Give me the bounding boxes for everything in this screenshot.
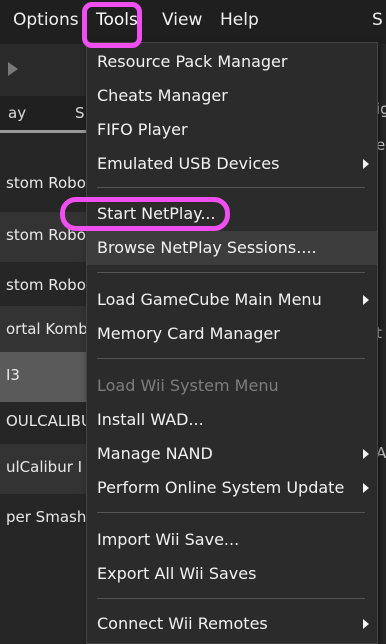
table-row-selected[interactable]: I3 [0,352,86,402]
menu-item-browse-netplay-sessions[interactable]: Browse NetPlay Sessions.... [87,231,377,265]
game-list-header: ay S [0,96,86,130]
menu-item-export-all-wii-saves[interactable]: Export All Wii Saves [87,557,377,591]
menu-item-label: Perform Online System Update [97,478,345,497]
menu-item-label: Cheats Manager [97,86,228,105]
submenu-arrow-icon [363,483,369,493]
menu-item-label: FIFO Player [97,120,188,139]
submenu-arrow-icon [363,159,369,169]
submenu-arrow-icon [363,449,369,459]
header-divider [0,130,86,133]
row-title: per Smash [6,508,86,526]
menu-separator [97,187,365,188]
column-header-platform[interactable]: ay [8,104,26,122]
menu-separator [97,512,365,513]
menu-item-label: Manage NAND [97,444,213,463]
menu-bar-right-fragment: S [372,10,383,30]
menu-item-import-wii-save[interactable]: Import Wii Save... [87,523,377,557]
annotation-circle-start-netplay [60,197,230,231]
menu-item-load-wii-system-menu: Load Wii System Menu [87,369,377,403]
table-row[interactable]: ortal Komb [0,306,86,356]
menu-item-perform-online-system-update[interactable]: Perform Online System Update [87,471,377,505]
table-row[interactable]: OULCALIBU [0,398,86,448]
table-row[interactable]: stom Robo [0,262,86,312]
menu-options[interactable]: Options [13,10,79,30]
menu-separator [97,358,365,359]
menu-item-label: Load Wii System Menu [97,376,279,395]
menu-item-label: Resource Pack Manager [97,52,288,71]
table-row[interactable]: per Smash [0,494,86,544]
menu-separator [97,272,365,273]
tools-menu: Resource Pack Manager Cheats Manager FIF… [86,42,378,644]
menu-item-cheats-manager[interactable]: Cheats Manager [87,79,377,113]
menu-separator [97,598,365,599]
menu-item-install-wad[interactable]: Install WAD... [87,403,377,437]
menu-item-connect-wii-remotes[interactable]: Connect Wii Remotes [87,607,377,641]
menu-item-label: Memory Card Manager [97,324,280,343]
row-title: OULCALIBU [6,412,86,430]
annotation-circle-tools [82,2,142,48]
menu-item-manage-nand[interactable]: Manage NAND [87,437,377,471]
row-title: ortal Komb [6,320,86,338]
submenu-arrow-icon [363,295,369,305]
menu-help[interactable]: Help [220,10,259,30]
menu-item-label: Import Wii Save... [97,530,240,549]
menu-item-label: Browse NetPlay Sessions.... [97,238,317,257]
row-title: I3 [6,366,20,384]
menu-item-label: Export All Wii Saves [97,564,257,583]
menu-item-label: Load GameCube Main Menu [97,290,322,309]
menu-item-memory-card-manager[interactable]: Memory Card Manager [87,317,377,351]
menu-item-resource-pack-manager[interactable]: Resource Pack Manager [87,45,377,79]
menu-item-label: Connect Wii Remotes [97,614,268,633]
row-title: stom Robo [6,174,86,192]
row-title: ulCalibur I [6,458,83,476]
menu-view[interactable]: View [162,10,202,30]
menu-item-load-gamecube-main-menu[interactable]: Load GameCube Main Menu [87,283,377,317]
submenu-arrow-icon [363,619,369,629]
play-icon[interactable] [8,62,18,76]
table-row[interactable]: ulCalibur I [0,444,86,494]
menu-item-label: Install WAD... [97,410,204,429]
menu-item-label: Emulated USB Devices [97,154,280,173]
column-header-second[interactable]: S [75,104,85,122]
menu-item-emulated-usb-devices[interactable]: Emulated USB Devices [87,147,377,181]
row-title: stom Robo [6,276,86,294]
menu-bar: Options Tools View Help S [0,0,386,44]
menu-item-fifo-player[interactable]: FIFO Player [87,113,377,147]
